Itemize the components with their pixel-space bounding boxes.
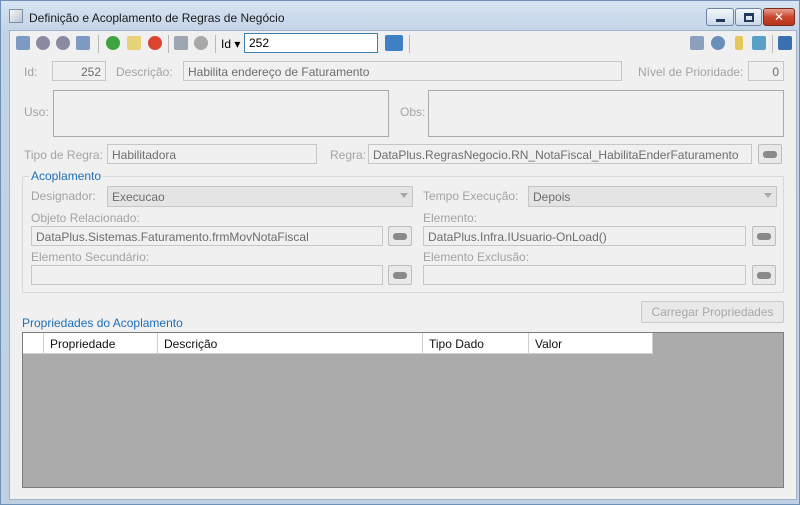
- elemento-lookup-button[interactable]: [752, 226, 776, 246]
- column-header-valor[interactable]: Valor: [529, 333, 653, 354]
- objeto-lookup-button[interactable]: [388, 226, 412, 246]
- uso-textarea[interactable]: [53, 90, 389, 137]
- search-field-dropdown[interactable]: Id ▾: [221, 37, 240, 51]
- exclusao-lookup-button[interactable]: [752, 265, 776, 285]
- secundario-lookup-button[interactable]: [388, 265, 412, 285]
- settings-icon[interactable]: [711, 36, 725, 50]
- obs-label: Obs:: [400, 105, 426, 119]
- regra-label: Regra:: [330, 148, 367, 162]
- designador-value: Execucao: [112, 190, 165, 204]
- minimize-icon: [715, 18, 725, 22]
- search-input[interactable]: [244, 33, 378, 53]
- exclusao-label: Elemento Exclusão:: [423, 250, 530, 264]
- binoculars-icon: [763, 150, 777, 158]
- elemento-field[interactable]: DataPlus.Infra.IUsuario-OnLoad(): [423, 226, 746, 246]
- minimize-button[interactable]: [706, 8, 734, 26]
- window-title: Definição e Acoplamento de Regras de Neg…: [29, 11, 285, 25]
- prioridade-label: Nível de Prioridade:: [638, 65, 744, 79]
- secundario-field[interactable]: [31, 265, 383, 285]
- toolbar-separator: [409, 35, 410, 53]
- edit-icon[interactable]: [127, 36, 141, 50]
- app-icon: [9, 9, 23, 23]
- search-field-label: Id: [221, 37, 232, 51]
- toolbar: Id ▾: [10, 31, 796, 57]
- maximize-button[interactable]: [735, 8, 762, 26]
- grid-header: Propriedade Descrição Tipo Dado Valor: [23, 333, 653, 354]
- windows-icon[interactable]: [690, 36, 704, 50]
- prioridade-field[interactable]: 0: [748, 61, 784, 81]
- obs-textarea[interactable]: [428, 90, 784, 137]
- chevron-down-icon: [400, 193, 408, 198]
- toolbar-separator: [215, 35, 216, 53]
- close-button[interactable]: ✕: [763, 8, 795, 26]
- regra-field[interactable]: DataPlus.RegrasNegocio.RN_NotaFiscal_Hab…: [368, 144, 752, 164]
- toolbar-separator: [98, 35, 99, 53]
- add-icon[interactable]: [106, 36, 120, 50]
- secundario-label: Elemento Secundário:: [31, 250, 150, 264]
- search-go-icon[interactable]: [385, 35, 403, 51]
- objeto-label: Objeto Relacionado:: [31, 211, 140, 225]
- designador-label: Designador:: [31, 189, 96, 203]
- tipo-regra-label: Tipo de Regra:: [24, 148, 103, 162]
- title-bar[interactable]: Definição e Acoplamento de Regras de Neg…: [1, 1, 799, 29]
- main-window: Definição e Acoplamento de Regras de Neg…: [0, 0, 800, 505]
- elemento-label: Elemento:: [423, 211, 478, 225]
- carregar-propriedades-button[interactable]: Carregar Propriedades: [641, 301, 784, 323]
- previous-icon[interactable]: [36, 36, 50, 50]
- last-icon[interactable]: [76, 36, 90, 50]
- designador-select[interactable]: Execucao: [107, 186, 413, 207]
- binoculars-icon: [757, 271, 771, 279]
- next-icon[interactable]: [56, 36, 70, 50]
- exclusao-field[interactable]: [423, 265, 746, 285]
- id-label: Id:: [24, 65, 38, 79]
- propriedades-grid[interactable]: Propriedade Descrição Tipo Dado Valor: [22, 332, 784, 488]
- close-icon: ✕: [773, 10, 785, 24]
- binoculars-icon: [393, 232, 407, 240]
- acoplamento-title: Acoplamento: [29, 169, 104, 183]
- tempo-label: Tempo Execução:: [423, 189, 519, 203]
- toolbar-separator: [168, 35, 169, 53]
- propriedades-title: Propriedades do Acoplamento: [22, 316, 183, 330]
- descricao-field[interactable]: Habilita endereço de Faturamento: [183, 61, 622, 81]
- uso-label: Uso:: [24, 105, 49, 119]
- row-header-column: [23, 333, 44, 354]
- column-header-tipo-dado[interactable]: Tipo Dado: [423, 333, 529, 354]
- layout-icon[interactable]: [778, 36, 792, 50]
- delete-icon[interactable]: [148, 36, 162, 50]
- maximize-icon: [743, 12, 754, 22]
- filter-icon[interactable]: [735, 36, 743, 50]
- objeto-field[interactable]: DataPlus.Sistemas.Faturamento.frmMovNota…: [31, 226, 383, 246]
- form-client-area: Id ▾ Id: 252 Descrição: Habilita endereç…: [9, 30, 797, 500]
- column-header-propriedade[interactable]: Propriedade: [44, 333, 158, 354]
- regra-lookup-button[interactable]: [758, 144, 782, 164]
- column-header-descricao[interactable]: Descrição: [158, 333, 423, 354]
- descricao-label: Descrição:: [116, 65, 173, 79]
- toolbar-separator: [772, 35, 773, 53]
- id-field[interactable]: 252: [52, 61, 106, 81]
- undo-icon[interactable]: [194, 36, 208, 50]
- binoculars-icon: [393, 271, 407, 279]
- tempo-select[interactable]: Depois: [528, 186, 777, 207]
- export-icon[interactable]: [752, 36, 766, 50]
- tempo-value: Depois: [533, 190, 571, 204]
- tipo-regra-field[interactable]: Habilitadora: [107, 144, 317, 164]
- binoculars-icon: [757, 232, 771, 240]
- save-icon[interactable]: [174, 36, 188, 50]
- chevron-down-icon: [764, 193, 772, 198]
- first-icon[interactable]: [16, 36, 30, 50]
